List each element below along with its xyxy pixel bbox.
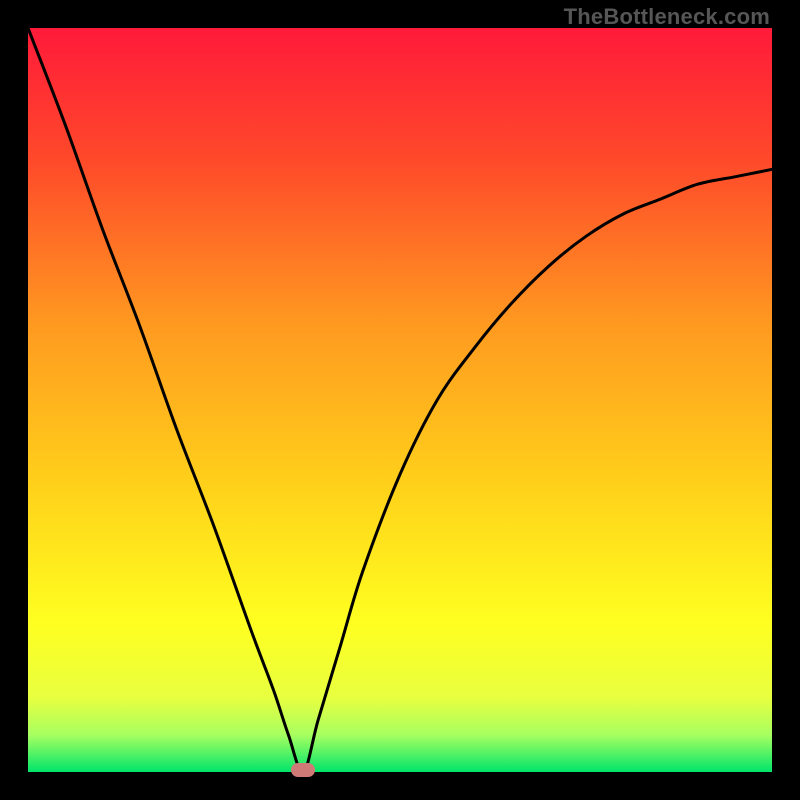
gradient-background [28,28,772,772]
watermark-text: TheBottleneck.com [564,4,770,30]
chart-frame [28,28,772,772]
bottleneck-chart [28,28,772,772]
optimal-point-marker [291,763,315,777]
